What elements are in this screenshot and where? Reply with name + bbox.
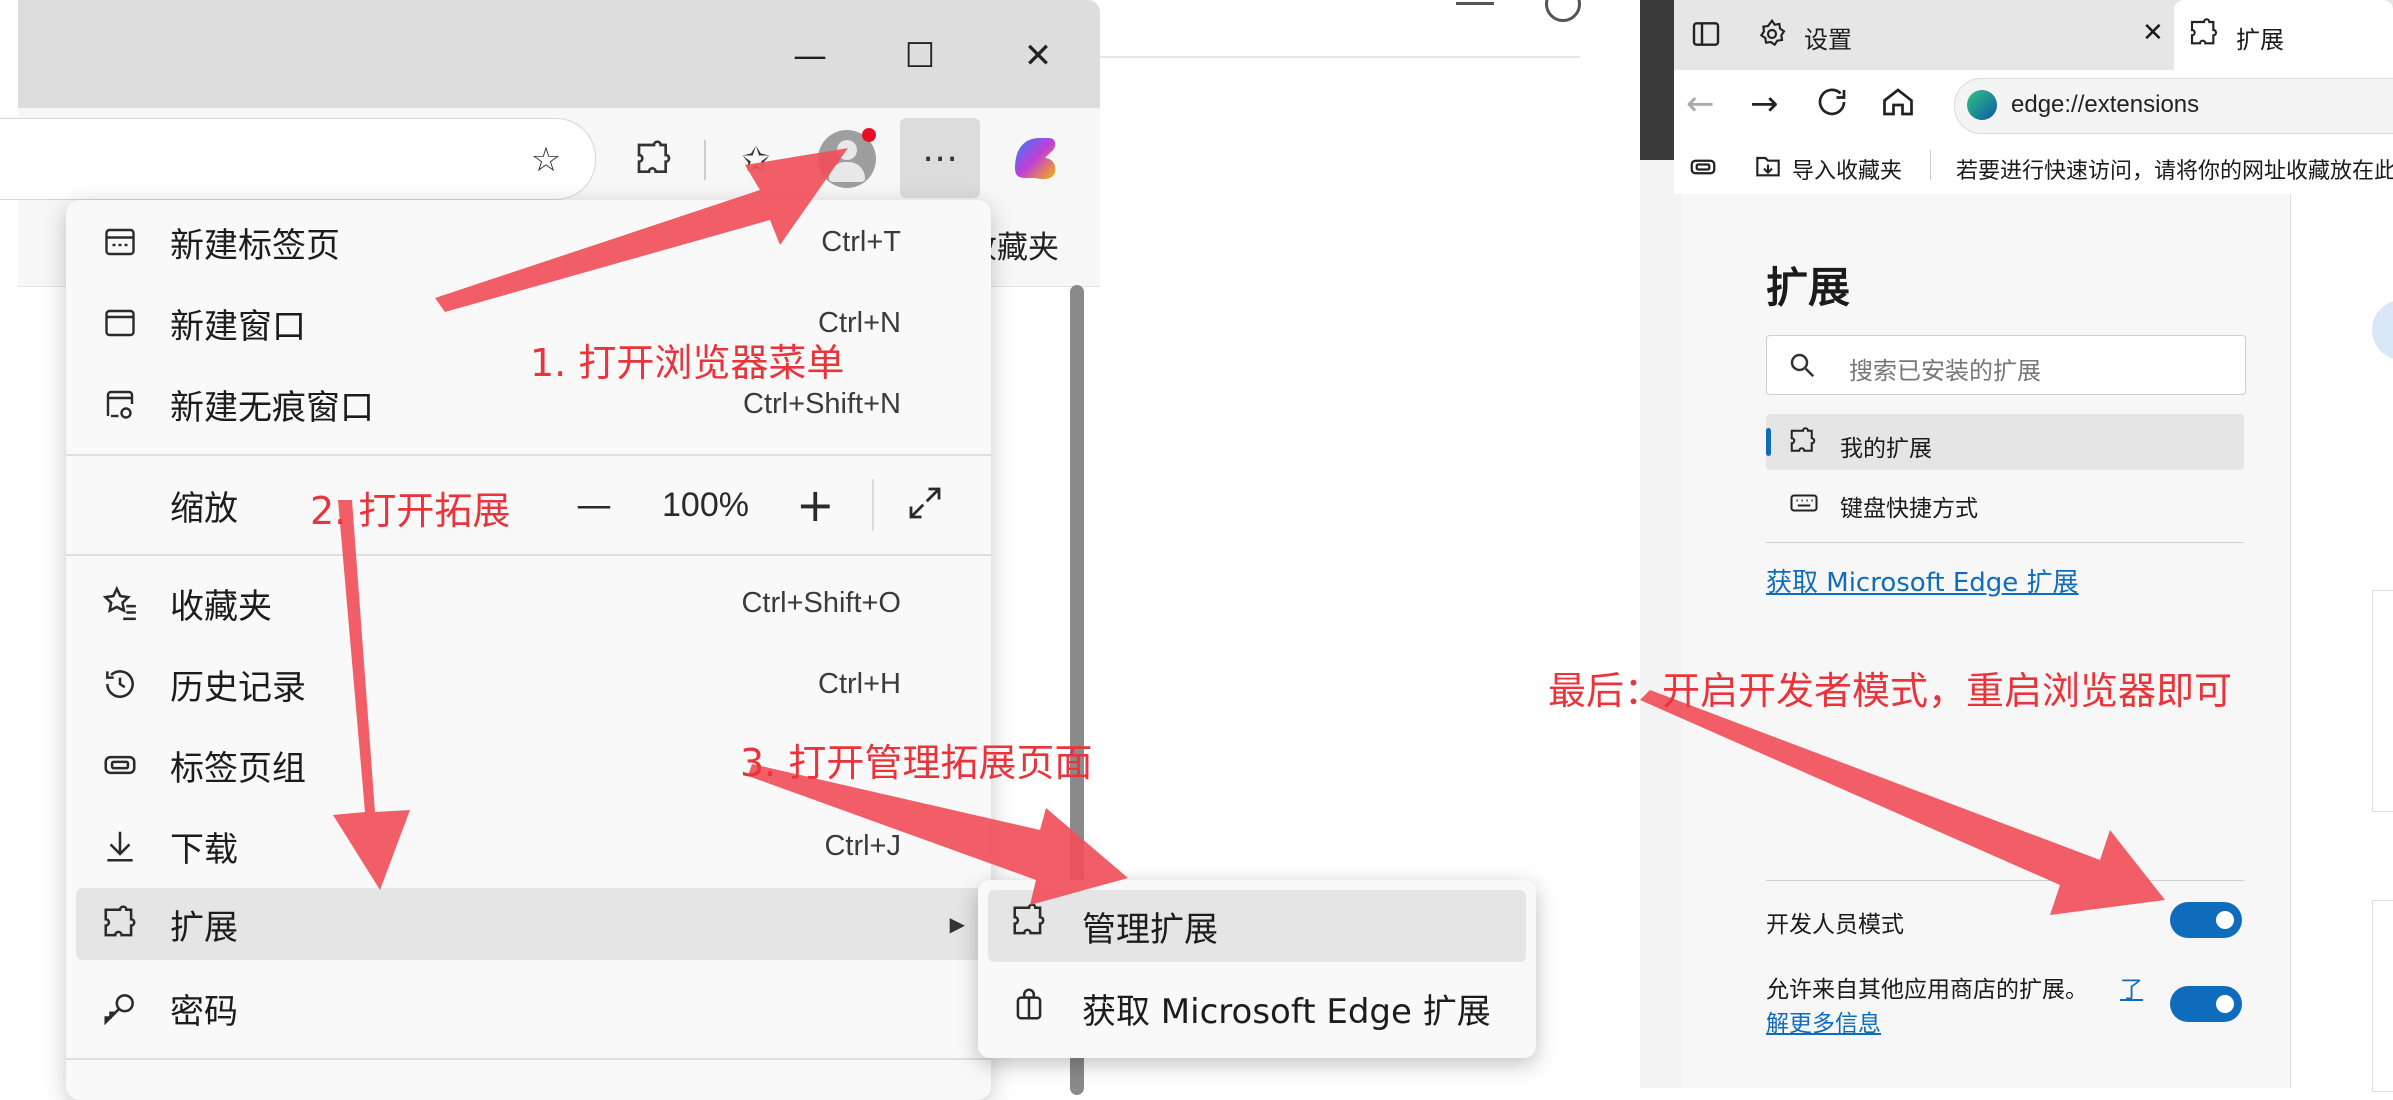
annotation-step1: 1. 打开浏览器菜单 [530, 341, 845, 385]
arrow-final [1640, 690, 2165, 915]
arrow-step2 [333, 500, 410, 890]
annotation-step2: 2. 打开拓展 [310, 489, 511, 533]
annotation-final: 最后：开启开发者模式，重启浏览器即可 [1548, 669, 2233, 713]
arrow-step1 [435, 148, 848, 312]
annotation-step3: 3. 打开管理拓展页面 [740, 741, 1093, 785]
annotation-arrows-layer [333, 148, 2165, 915]
